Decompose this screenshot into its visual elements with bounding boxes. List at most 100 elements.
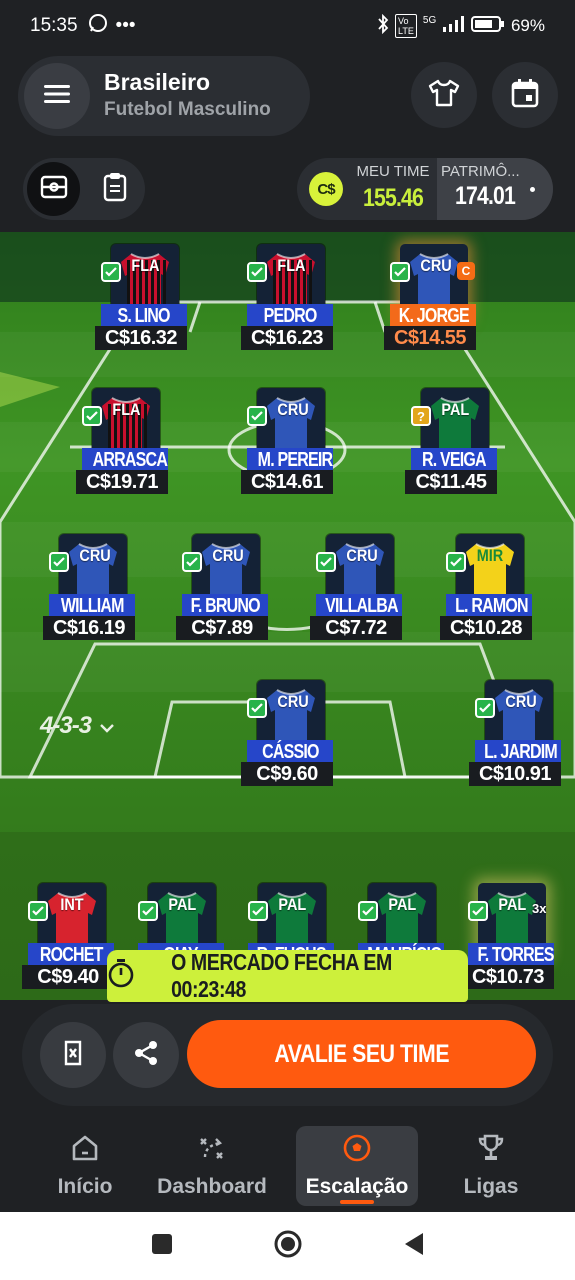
player-name-text: S. LINO — [117, 305, 171, 326]
player-name: R. VEIGA — [411, 448, 497, 470]
player-price: C$14.55 — [384, 326, 476, 350]
field-icon — [40, 175, 68, 204]
club-abbr: CRU — [277, 692, 309, 711]
player-price: C$9.60 — [241, 762, 333, 786]
player-card[interactable]: PAL 3x F. TORRES C$10.73 — [462, 877, 554, 997]
player-price: C$9.40 — [22, 965, 114, 989]
player-name-text: ROCHET — [39, 944, 104, 965]
player-name-text: PEDRO — [263, 305, 318, 326]
signal-icon: 5G — [423, 15, 465, 38]
page-subtitle: Futebol Masculino — [104, 99, 271, 120]
player-card[interactable]: CRU VILLALBA C$7.72 — [310, 528, 402, 648]
player-name: S. LINO — [101, 304, 187, 326]
confirmed-check-icon — [248, 901, 268, 921]
active-tab-indicator — [340, 1200, 374, 1204]
player-name: ROCHET — [28, 943, 114, 965]
budget-panel[interactable]: C$ MEU TIME 155.46 PATRIMÔ... 174.01 — [297, 158, 553, 220]
player-price: C$10.91 — [469, 762, 561, 786]
recents-button[interactable] — [151, 1233, 173, 1260]
nav-inicio[interactable]: Início — [48, 1126, 122, 1206]
player-card[interactable]: FLA PEDRO C$16.23 — [241, 238, 333, 358]
list-view-button[interactable] — [88, 162, 141, 216]
patrimony-box: PATRIMÔ... 174.01 — [437, 158, 553, 220]
back-button[interactable] — [403, 1232, 425, 1261]
player-card[interactable]: FLA S. LINO C$16.32 — [95, 238, 187, 358]
competition-selector[interactable]: Brasileiro Futebol Masculino — [18, 56, 310, 136]
player-card[interactable]: FLA ARRASCA... C$19.71 — [76, 382, 168, 502]
patrimony-value: 174.01 — [455, 182, 516, 210]
club-abbr: MIR — [476, 546, 504, 565]
nav-inicio-label: Início — [57, 1175, 113, 1198]
club-abbr: CRU — [505, 692, 537, 711]
cartoletas-icon: C$ — [309, 172, 343, 206]
player-card[interactable]: CRU L. JARDIM C$10.91 — [469, 674, 561, 794]
shirt-icon — [428, 78, 460, 113]
field-view-button[interactable] — [27, 162, 80, 216]
confirmed-check-icon — [247, 406, 267, 426]
confirmed-check-icon — [358, 901, 378, 921]
page-title: Brasileiro — [104, 69, 211, 95]
player-price: C$16.19 — [43, 616, 135, 640]
player-name: CÁSSIO — [247, 740, 333, 762]
player-price: C$11.45 — [405, 470, 497, 494]
club-abbr: PAL — [168, 895, 197, 914]
doubt-status-icon: ? — [411, 406, 431, 426]
multiplier-badge: 3x — [532, 901, 547, 916]
confirmed-check-icon — [28, 901, 48, 921]
player-name-text: K. JORGE — [398, 305, 470, 326]
player-card[interactable]: CRU C K. JORGE C$14.55 — [384, 238, 476, 358]
formation-selector[interactable]: 4-3-3 — [40, 712, 115, 740]
status-bar: 15:35 ••• Vo LTE 5G 69% — [0, 0, 575, 52]
evaluate-team-button[interactable]: AVALIE SEU TIME — [187, 1020, 536, 1088]
home-icon — [70, 1133, 100, 1169]
player-name-text: M. PEREIRA — [257, 449, 333, 470]
team-value: 155.46 — [363, 184, 424, 212]
player-name: L. RAMON — [446, 594, 532, 616]
nav-dashboard[interactable]: Dashboard — [152, 1126, 272, 1206]
nav-ligas[interactable]: Ligas — [456, 1126, 526, 1206]
clear-team-button[interactable] — [40, 1022, 106, 1088]
whatsapp-icon — [88, 13, 108, 39]
player-card[interactable]: CRU F. BRUNO C$7.89 — [176, 528, 268, 648]
player-name: PEDRO — [247, 304, 333, 326]
home-nav-button[interactable] — [273, 1229, 303, 1264]
club-abbr: CRU — [212, 546, 244, 565]
confirmed-check-icon — [101, 262, 121, 282]
nav-escalacao[interactable]: Escalação — [296, 1126, 418, 1206]
calendar-button[interactable] — [492, 62, 558, 128]
team-value-label: MEU TIME — [356, 163, 430, 180]
nav-escalacao-label: Escalação — [305, 1175, 409, 1198]
player-card[interactable]: CRU CÁSSIO C$9.60 — [241, 674, 333, 794]
confirmed-check-icon — [182, 552, 202, 572]
player-card[interactable]: INT ROCHET C$9.40 — [22, 877, 114, 997]
jersey-button[interactable] — [411, 62, 477, 128]
confirmed-check-icon — [390, 262, 410, 282]
club-abbr: PAL — [441, 400, 470, 419]
player-name-text: CÁSSIO — [261, 741, 319, 762]
player-name: VILLALBA — [316, 594, 402, 616]
club-abbr: FLA — [112, 400, 141, 419]
confirmed-check-icon — [49, 552, 69, 572]
player-name-text: R. VEIGA — [422, 449, 487, 470]
club-abbr: CRU — [420, 256, 452, 275]
bluetooth-icon — [377, 13, 389, 39]
patrimony-label: PATRIMÔ... — [441, 163, 520, 180]
more-notifications-icon: ••• — [115, 15, 136, 36]
confirmed-check-icon — [247, 262, 267, 282]
share-button[interactable] — [113, 1022, 179, 1088]
nav-ligas-label: Ligas — [463, 1175, 519, 1198]
app-screen: 15:35 ••• Vo LTE 5G 69% Brasileiro Futeb… — [0, 0, 575, 1280]
view-toggle — [23, 158, 145, 220]
chevron-down-icon — [99, 712, 115, 740]
menu-button[interactable] — [24, 63, 90, 129]
club-abbr: PAL — [498, 895, 527, 914]
club-abbr: PAL — [278, 895, 307, 914]
player-card[interactable]: CRU M. PEREIRA C$14.61 — [241, 382, 333, 502]
player-card[interactable]: PAL ? R. VEIGA C$11.45 — [405, 382, 497, 502]
player-card[interactable]: MIR L. RAMON C$10.28 — [440, 528, 532, 648]
player-price: C$10.73 — [462, 965, 554, 989]
player-card[interactable]: CRU WILLIAM C$16.19 — [43, 528, 135, 648]
player-price: C$16.23 — [241, 326, 333, 350]
confirmed-check-icon — [468, 901, 488, 921]
hamburger-icon — [43, 83, 71, 110]
